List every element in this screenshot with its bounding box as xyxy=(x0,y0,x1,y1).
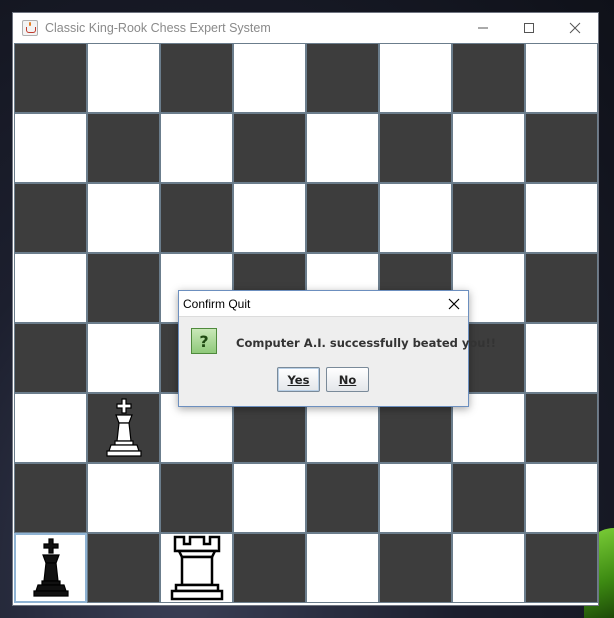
board-square-r5c7[interactable] xyxy=(525,393,598,463)
no-button-label: No xyxy=(338,372,357,387)
board-square-r2c0[interactable] xyxy=(14,183,87,253)
board-square-r6c5[interactable] xyxy=(379,463,452,533)
board-square-r2c1[interactable] xyxy=(87,183,160,253)
board-square-r0c2[interactable] xyxy=(160,43,233,113)
black-king-icon[interactable] xyxy=(21,535,81,601)
board-square-r3c1[interactable] xyxy=(87,253,160,323)
board-square-r0c3[interactable] xyxy=(233,43,306,113)
dialog-titlebar: Confirm Quit xyxy=(179,291,468,317)
dialog-title: Confirm Quit xyxy=(183,296,251,311)
board-square-r1c5[interactable] xyxy=(379,113,452,183)
minimize-button[interactable] xyxy=(460,13,506,43)
close-icon xyxy=(569,22,581,34)
board-square-r6c6[interactable] xyxy=(452,463,525,533)
close-icon xyxy=(448,298,460,309)
board-square-r0c4[interactable] xyxy=(306,43,379,113)
board-square-r6c0[interactable] xyxy=(14,463,87,533)
board-square-r0c0[interactable] xyxy=(14,43,87,113)
board-square-r4c1[interactable] xyxy=(87,323,160,393)
window-titlebar: Classic King-Rook Chess Expert System xyxy=(13,13,598,43)
maximize-button[interactable] xyxy=(506,13,552,43)
board-square-r7c1[interactable] xyxy=(87,533,160,603)
board-square-r3c0[interactable] xyxy=(14,253,87,323)
board-square-r1c3[interactable] xyxy=(233,113,306,183)
board-square-r6c2[interactable] xyxy=(160,463,233,533)
board-square-r0c7[interactable] xyxy=(525,43,598,113)
yes-button[interactable]: Yes xyxy=(277,367,320,392)
board-square-r7c6[interactable] xyxy=(452,533,525,603)
board-square-r2c2[interactable] xyxy=(160,183,233,253)
board-square-r6c4[interactable] xyxy=(306,463,379,533)
maximize-icon xyxy=(524,23,534,33)
board-square-r7c3[interactable] xyxy=(233,533,306,603)
close-button[interactable] xyxy=(552,13,598,43)
no-button[interactable]: No xyxy=(326,367,369,392)
java-app-icon xyxy=(22,20,38,36)
board-square-r6c3[interactable] xyxy=(233,463,306,533)
board-square-r2c6[interactable] xyxy=(452,183,525,253)
board-square-r7c2[interactable] xyxy=(160,533,233,603)
board-square-r6c1[interactable] xyxy=(87,463,160,533)
board-square-r1c2[interactable] xyxy=(160,113,233,183)
board-square-r7c0[interactable] xyxy=(14,533,87,603)
window-title: Classic King-Rook Chess Expert System xyxy=(45,21,271,35)
board-square-r6c7[interactable] xyxy=(525,463,598,533)
board-square-r1c1[interactable] xyxy=(87,113,160,183)
board-square-r1c4[interactable] xyxy=(306,113,379,183)
confirm-quit-dialog: Confirm Quit ? Computer A.I. successfull… xyxy=(178,290,496,407)
board-square-r1c6[interactable] xyxy=(452,113,525,183)
board-square-r5c0[interactable] xyxy=(14,393,87,463)
white-king-icon[interactable] xyxy=(94,395,154,461)
board-square-r0c6[interactable] xyxy=(452,43,525,113)
board-square-r2c4[interactable] xyxy=(306,183,379,253)
board-square-r5c1[interactable] xyxy=(87,393,160,463)
board-square-r2c5[interactable] xyxy=(379,183,452,253)
dialog-message: Computer A.I. successfully beated you!! xyxy=(236,336,496,350)
board-square-r0c5[interactable] xyxy=(379,43,452,113)
dialog-close-button[interactable] xyxy=(440,292,468,316)
board-square-r4c7[interactable] xyxy=(525,323,598,393)
yes-button-label: Yes xyxy=(287,372,310,387)
board-square-r7c7[interactable] xyxy=(525,533,598,603)
board-square-r3c7[interactable] xyxy=(525,253,598,323)
board-square-r7c5[interactable] xyxy=(379,533,452,603)
board-square-r7c4[interactable] xyxy=(306,533,379,603)
white-rook-icon[interactable] xyxy=(167,535,227,601)
question-icon: ? xyxy=(191,328,217,354)
board-square-r0c1[interactable] xyxy=(87,43,160,113)
board-square-r2c7[interactable] xyxy=(525,183,598,253)
board-square-r1c0[interactable] xyxy=(14,113,87,183)
minimize-icon xyxy=(478,27,488,29)
board-square-r2c3[interactable] xyxy=(233,183,306,253)
board-square-r4c0[interactable] xyxy=(14,323,87,393)
board-square-r1c7[interactable] xyxy=(525,113,598,183)
